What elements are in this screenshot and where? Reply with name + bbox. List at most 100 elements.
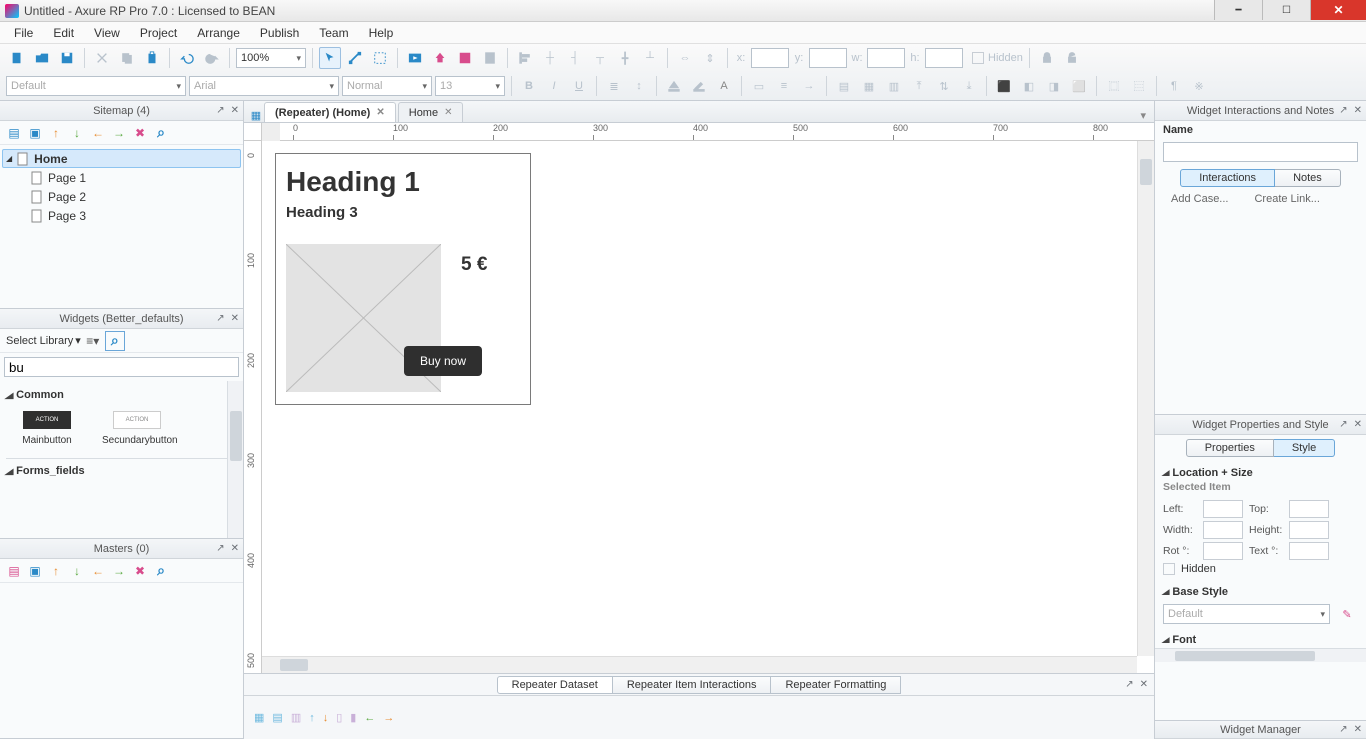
y-input[interactable] <box>809 48 847 68</box>
open-file-button[interactable] <box>31 47 53 69</box>
bottom-tab-formatting[interactable]: Repeater Formatting <box>771 676 901 694</box>
widget-mainbutton[interactable]: ACTION Mainbutton <box>12 411 82 446</box>
distribute-h-button[interactable]: ⇔ <box>674 47 696 69</box>
bring-forward-button[interactable]: ◧ <box>1018 75 1040 97</box>
master-outdent-icon[interactable]: ← <box>90 563 106 579</box>
add-master-icon[interactable]: ▤ <box>6 563 22 579</box>
text-align-right-button[interactable]: ▥ <box>883 75 905 97</box>
search-widgets-icon[interactable]: ⌕ <box>105 331 125 351</box>
text-align-left-button[interactable]: ▤ <box>833 75 855 97</box>
props-close-icon[interactable]: ✕ <box>1354 419 1362 430</box>
move-up-icon[interactable]: ↑ <box>48 125 64 141</box>
left-input[interactable] <box>1203 500 1243 518</box>
line-height-button[interactable]: ↕ <box>628 75 650 97</box>
ds-addrow-icon[interactable]: ▤ <box>272 711 282 724</box>
hidden-checkbox[interactable] <box>1163 563 1175 575</box>
ds-prev-icon[interactable]: ← <box>364 712 375 724</box>
ds-delete-icon[interactable]: ▥ <box>291 711 301 724</box>
canvas-hscrollbar[interactable] <box>262 656 1137 673</box>
paste-button[interactable] <box>141 47 163 69</box>
sitemap-page-row[interactable]: Page 1 <box>2 168 241 187</box>
ds-movedown-icon[interactable]: ↓ <box>323 712 329 724</box>
text-valign-top-button[interactable]: ⤒ <box>908 75 930 97</box>
pointer-tool-button[interactable] <box>319 47 341 69</box>
widgets-search-input[interactable] <box>4 357 239 377</box>
search-sitemap-icon[interactable]: ⌕ <box>153 125 169 141</box>
menu-project[interactable]: Project <box>132 24 185 42</box>
window-maximize-button[interactable]: ☐ <box>1262 0 1310 20</box>
add-case-link[interactable]: Add Case... <box>1163 191 1236 207</box>
bullets-button[interactable]: ≣ <box>603 75 625 97</box>
cut-button[interactable] <box>91 47 113 69</box>
library-options-icon[interactable]: ≡▾ <box>85 333 101 349</box>
undo-button[interactable] <box>176 47 198 69</box>
window-close-button[interactable]: ✕ <box>1310 0 1366 20</box>
text-rot-input[interactable] <box>1289 542 1329 560</box>
tab-overflow-icon[interactable]: ▾ <box>1132 109 1154 122</box>
design-canvas[interactable]: Heading 1 Heading 3 5 € Buy now <box>262 141 1154 673</box>
bottom-tab-dataset[interactable]: Repeater Dataset <box>497 676 613 694</box>
add-page-icon[interactable]: ▤ <box>6 125 22 141</box>
base-style-header[interactable]: Base Style <box>1155 580 1366 600</box>
base-style-select[interactable]: Default <box>1163 604 1330 624</box>
save-button[interactable] <box>56 47 78 69</box>
bring-front-button[interactable]: ⬛ <box>993 75 1015 97</box>
h-input[interactable] <box>925 48 963 68</box>
location-size-header[interactable]: Location + Size <box>1155 461 1366 481</box>
x-input[interactable] <box>751 48 789 68</box>
italic-button[interactable]: I <box>543 75 565 97</box>
fill-color-button[interactable] <box>663 75 685 97</box>
menu-view[interactable]: View <box>86 24 128 42</box>
props-popout-icon[interactable]: ↗ <box>1339 419 1347 430</box>
copy-button[interactable] <box>116 47 138 69</box>
interactions-popout-icon[interactable]: ↗ <box>1339 105 1347 116</box>
seg-interactions-button[interactable]: Interactions <box>1180 169 1275 187</box>
unlock-button[interactable] <box>1061 47 1083 69</box>
sitemap-home-row[interactable]: ◢ Home <box>2 149 241 168</box>
align-center-h-button[interactable]: ┼ <box>539 47 561 69</box>
seg-style-button[interactable]: Style <box>1274 439 1335 457</box>
edit-style-icon[interactable]: ✎ <box>1336 603 1358 625</box>
send-backward-button[interactable]: ◨ <box>1043 75 1065 97</box>
canvas-vscrollbar[interactable] <box>1137 141 1154 656</box>
menu-team[interactable]: Team <box>311 24 356 42</box>
preview-button[interactable] <box>404 47 426 69</box>
footnote-button[interactable]: ¶ <box>1163 75 1185 97</box>
menu-help[interactable]: Help <box>361 24 402 42</box>
spec-button[interactable] <box>479 47 501 69</box>
rot-input[interactable] <box>1203 542 1243 560</box>
widgets-section-forms[interactable]: Forms_fields <box>6 461 237 481</box>
text-color-button[interactable]: A <box>713 75 735 97</box>
footnote-toggle-button[interactable]: ※ <box>1188 75 1210 97</box>
buy-now-button[interactable]: Buy now <box>404 346 482 376</box>
style-select[interactable]: Default <box>6 76 186 96</box>
right-hscrollbar[interactable] <box>1155 648 1366 662</box>
window-minimize-button[interactable]: ━ <box>1214 0 1262 20</box>
w-input[interactable] <box>867 48 905 68</box>
indent-icon[interactable]: → <box>111 125 127 141</box>
sitemap-page-row[interactable]: Page 3 <box>2 206 241 225</box>
price-label[interactable]: 5 € <box>461 254 487 276</box>
align-center-v-button[interactable]: ╋ <box>614 47 636 69</box>
text-valign-middle-button[interactable]: ⇅ <box>933 75 955 97</box>
align-bottom-button[interactable]: ┴ <box>639 47 661 69</box>
seg-properties-button[interactable]: Properties <box>1186 439 1274 457</box>
ds-col-right-icon[interactable]: ▮ <box>350 711 356 724</box>
new-file-button[interactable] <box>6 47 28 69</box>
doc-tab-home[interactable]: Home✕ <box>398 102 464 122</box>
master-down-icon[interactable]: ↓ <box>69 563 85 579</box>
menu-file[interactable]: File <box>6 24 41 42</box>
create-link-link[interactable]: Create Link... <box>1246 191 1327 207</box>
ds-addcol-icon[interactable]: ▦ <box>254 711 264 724</box>
underline-button[interactable]: U <box>568 75 590 97</box>
arrow-style-button[interactable]: → <box>798 75 820 97</box>
widget-secondarybutton[interactable]: ACTION Secundarybutton <box>102 411 172 446</box>
border-style-button[interactable]: ▭ <box>748 75 770 97</box>
redo-button[interactable] <box>201 47 223 69</box>
sitemap-page-row[interactable]: Page 2 <box>2 187 241 206</box>
zoom-select[interactable]: 100% <box>236 48 306 68</box>
send-back-button[interactable]: ⬜ <box>1068 75 1090 97</box>
top-input[interactable] <box>1289 500 1329 518</box>
close-tab-icon[interactable]: ✕ <box>376 107 384 118</box>
outdent-icon[interactable]: ← <box>90 125 106 141</box>
